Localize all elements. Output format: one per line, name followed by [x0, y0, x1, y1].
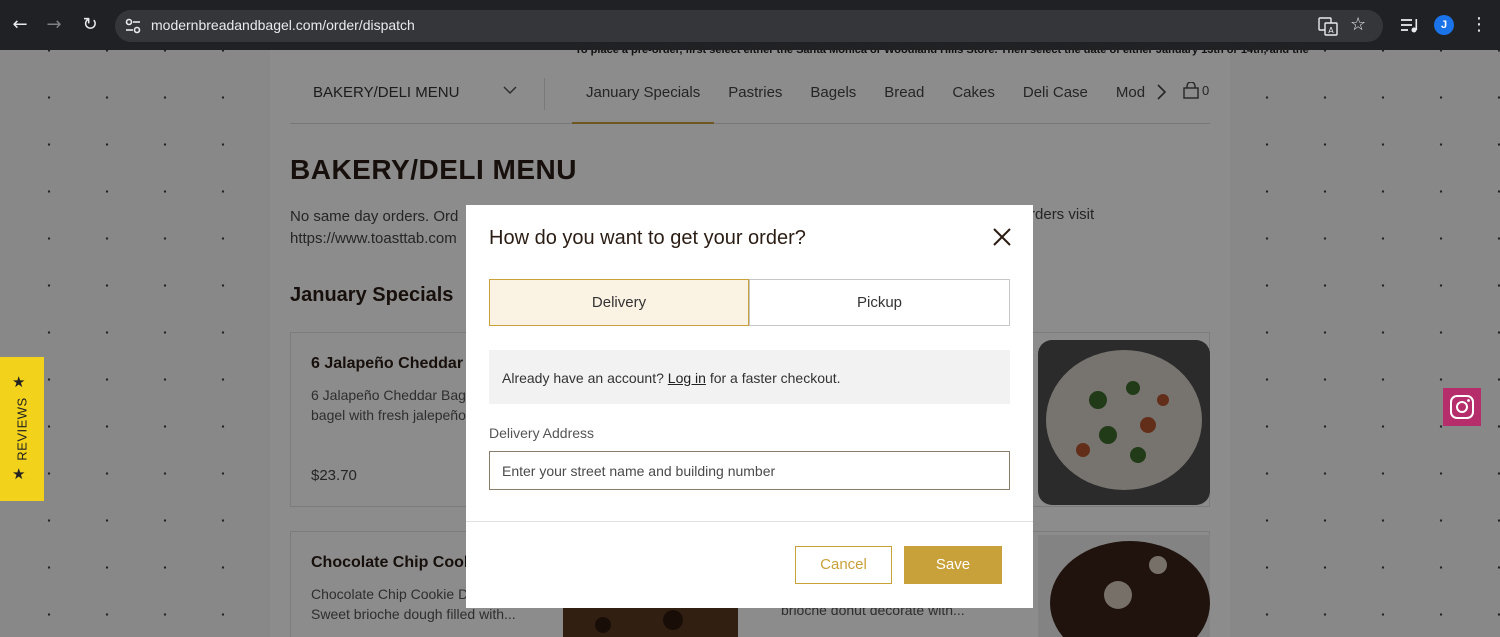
forward-icon[interactable]: →: [42, 13, 66, 37]
address-input[interactable]: [489, 451, 1010, 490]
bookmark-star-icon[interactable]: ☆: [1350, 14, 1366, 35]
star-icon: ★: [12, 373, 26, 391]
dialog-title: How do you want to get your order?: [489, 227, 806, 249]
save-button[interactable]: Save: [904, 546, 1002, 584]
reviews-tab[interactable]: ★ REVIEWS ★: [0, 357, 44, 501]
url-text: modernbreadandbagel.com/order/dispatch: [151, 17, 415, 33]
instagram-button[interactable]: [1443, 388, 1481, 426]
site-settings-icon[interactable]: [123, 16, 143, 36]
profile-avatar[interactable]: J: [1434, 15, 1454, 35]
fulfillment-dialog: How do you want to get your order? Deliv…: [466, 205, 1033, 608]
instagram-icon: [1450, 395, 1474, 419]
delivery-option[interactable]: Delivery: [489, 279, 749, 326]
pickup-option[interactable]: Pickup: [749, 279, 1010, 326]
address-label: Delivery Address: [489, 425, 595, 441]
login-prompt: Already have an account? Log in for a fa…: [489, 350, 1010, 404]
svg-text:A: A: [1328, 26, 1334, 35]
close-icon[interactable]: [990, 225, 1014, 249]
address-bar[interactable]: modernbreadandbagel.com/order/dispatch A…: [115, 10, 1383, 42]
back-icon[interactable]: ←: [8, 13, 32, 37]
reload-icon[interactable]: ↻: [78, 13, 102, 37]
media-controls-icon[interactable]: [1399, 15, 1419, 35]
divider: [466, 521, 1033, 522]
more-menu-icon[interactable]: ⋮: [1470, 14, 1488, 35]
login-prompt-prefix: Already have an account?: [502, 370, 664, 386]
login-link[interactable]: Log in: [668, 370, 706, 386]
translate-icon[interactable]: A: [1318, 16, 1338, 36]
login-prompt-suffix: for a faster checkout.: [709, 370, 841, 386]
reviews-label: REVIEWS: [14, 397, 30, 461]
star-icon: ★: [12, 465, 26, 483]
fulfillment-toggle: Delivery Pickup: [489, 279, 1010, 326]
cancel-button[interactable]: Cancel: [795, 546, 892, 584]
browser-toolbar: ← → ↻ modernbreadandbagel.com/order/disp…: [0, 0, 1500, 50]
